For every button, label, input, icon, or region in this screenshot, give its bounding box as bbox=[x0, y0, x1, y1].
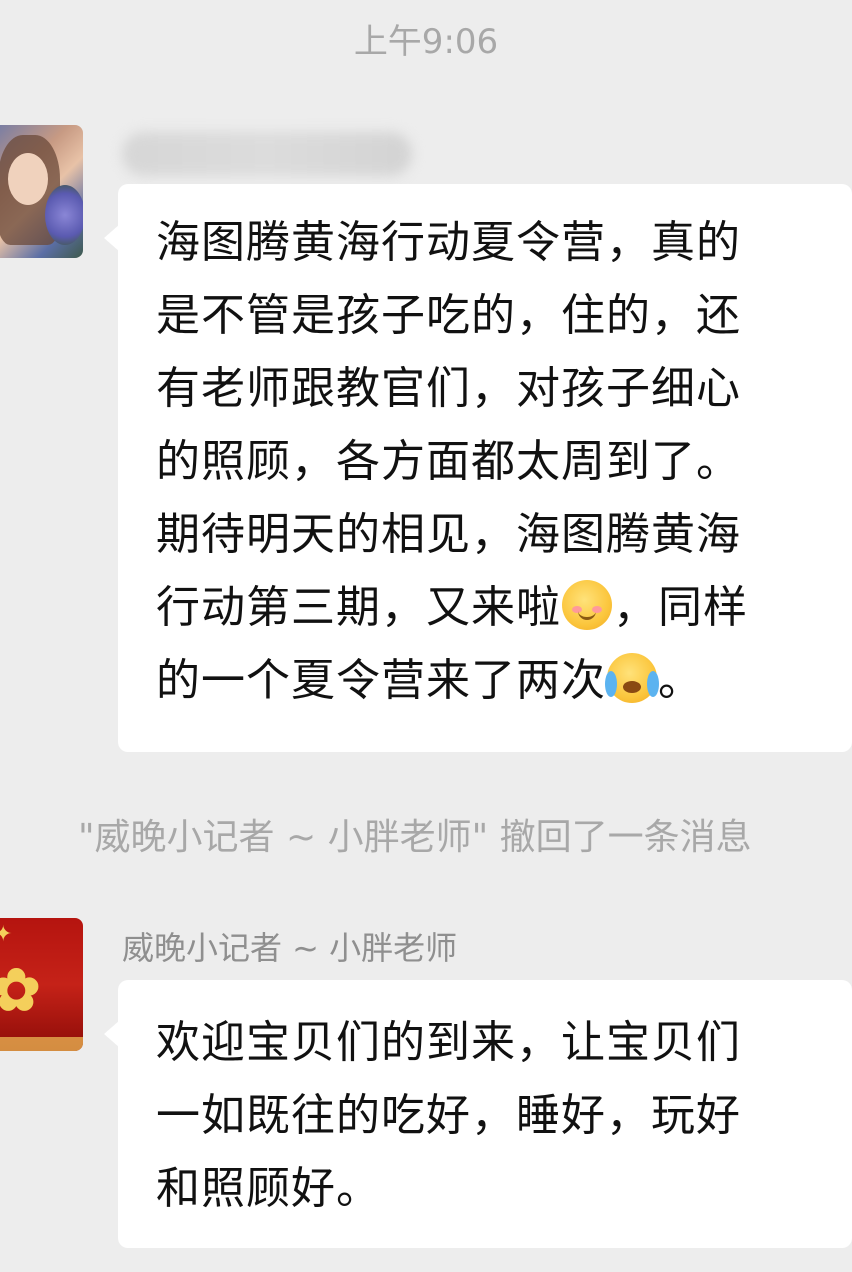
message-text: 欢迎宝贝们的到来，让宝贝们 一如既往的吃好，睡好，玩好 和照顾好。 bbox=[156, 1017, 741, 1214]
sender-avatar[interactable] bbox=[0, 125, 83, 258]
smiling-face-emoji-icon bbox=[562, 580, 612, 630]
message-timestamp: 上午9:06 bbox=[353, 22, 499, 62]
message-bubble[interactable]: 欢迎宝贝们的到来，让宝贝们 一如既往的吃好，睡好，玩好 和照顾好。 bbox=[104, 980, 852, 1248]
recall-notice: "威晚小记者 ~ 小胖老师" 撤回了一条消息 bbox=[78, 817, 752, 858]
sender-name: 威晚小记者 ~ 小胖老师 bbox=[122, 929, 458, 967]
message-text: 海图腾黄海行动夏令营，真的 是不管是孩子吃的，住的，还 有老师跟教官们，对孩子细… bbox=[156, 217, 748, 706]
sender-avatar[interactable]: ✦ ✿ bbox=[0, 918, 83, 1051]
loudly-crying-face-emoji-icon bbox=[605, 653, 659, 703]
sender-name-blurred bbox=[122, 132, 412, 176]
message-bubble[interactable]: 海图腾黄海行动夏令营，真的 是不管是孩子吃的，住的，还 有老师跟教官们，对孩子细… bbox=[104, 184, 852, 752]
